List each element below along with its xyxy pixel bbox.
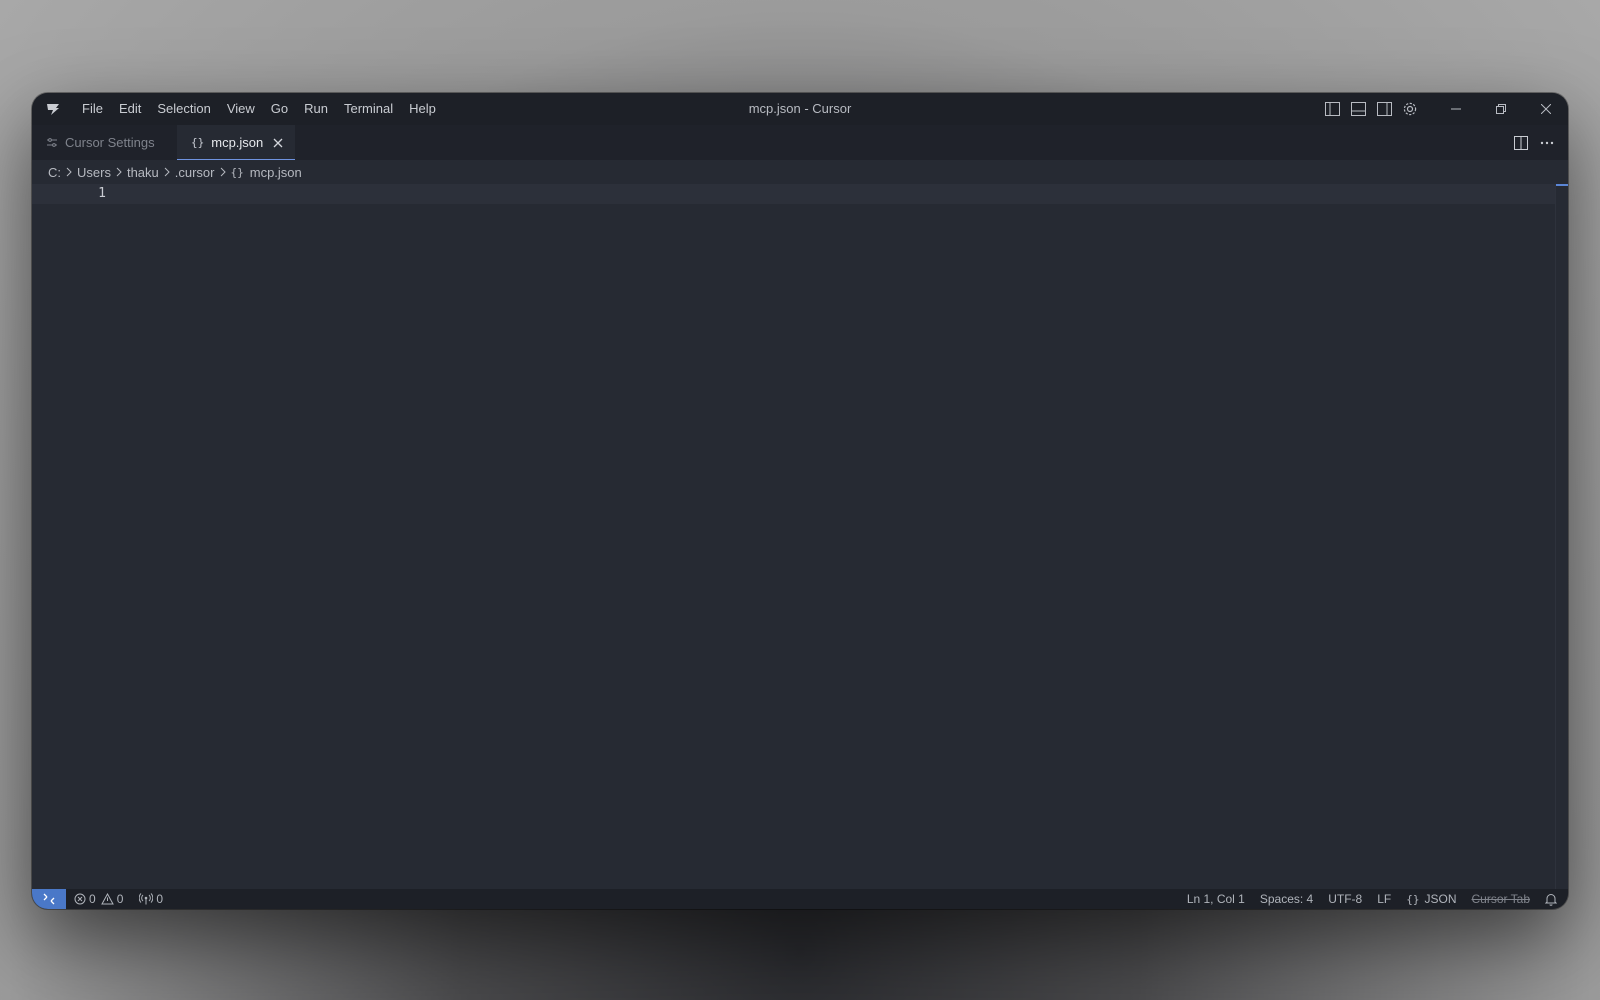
menu-run[interactable]: Run	[296, 93, 336, 125]
indentation[interactable]: Spaces: 4	[1260, 892, 1313, 906]
gear-icon	[1403, 102, 1417, 116]
panel-bottom-icon	[1350, 102, 1366, 116]
tab-mcp-json[interactable]: {} mcp.json	[177, 125, 295, 160]
chevron-right-icon	[115, 167, 123, 177]
problems-button[interactable]: 0 0	[74, 892, 123, 906]
menu-help[interactable]: Help	[401, 93, 444, 125]
ellipsis-icon	[1540, 141, 1554, 144]
split-editor-icon	[1514, 135, 1528, 150]
status-right: Ln 1, Col 1 Spaces: 4 UTF-8 LF {} JSON C…	[1172, 892, 1568, 906]
cursor-position[interactable]: Ln 1, Col 1	[1187, 892, 1245, 906]
settings-sliders-icon	[47, 137, 57, 147]
more-actions-button[interactable]	[1534, 125, 1560, 160]
sidebar-left-icon	[1324, 102, 1340, 116]
chevron-right-icon	[65, 167, 73, 177]
title-bar: File Edit Selection View Go Run Terminal…	[32, 93, 1568, 125]
close-window-button[interactable]	[1523, 93, 1568, 125]
tab-cursor-settings[interactable]: Cursor Settings	[32, 125, 177, 160]
close-tab-button[interactable]	[273, 135, 283, 151]
status-bar: 0 0 0 Ln 1, Col 1 Spaces: 4 UTF-8 LF {} …	[32, 889, 1568, 909]
menu-edit[interactable]: Edit	[111, 93, 149, 125]
bell-icon	[1545, 893, 1557, 906]
remote-indicator-button[interactable]	[32, 889, 66, 909]
line-number: 1	[98, 186, 106, 201]
ports-button[interactable]: 0	[139, 892, 163, 906]
editor-scrollbar[interactable]	[1555, 184, 1568, 889]
tab-label: Cursor Settings	[65, 135, 155, 150]
split-editor-button[interactable]	[1508, 125, 1534, 160]
settings-button[interactable]	[1397, 93, 1423, 125]
tab-actions	[1508, 125, 1560, 160]
toggle-primary-sidebar-button[interactable]	[1319, 93, 1345, 125]
menu-go[interactable]: Go	[263, 93, 296, 125]
cursor-logo-icon[interactable]	[32, 93, 74, 125]
breadcrumb-user-folder[interactable]: thaku	[127, 165, 159, 180]
json-braces-icon: {}	[191, 136, 205, 149]
title-bar-controls	[1319, 93, 1568, 125]
tab-label: mcp.json	[211, 135, 264, 150]
encoding[interactable]: UTF-8	[1328, 892, 1362, 906]
ports-count: 0	[156, 892, 164, 906]
warning-count: 0	[116, 892, 124, 906]
breadcrumb-file[interactable]: mcp.json	[250, 165, 302, 180]
menu-file[interactable]: File	[74, 93, 111, 125]
error-count: 0	[89, 892, 96, 906]
toggle-secondary-sidebar-button[interactable]	[1371, 93, 1397, 125]
chevron-right-icon	[163, 167, 171, 177]
sidebar-right-icon	[1376, 102, 1392, 116]
menu-bar: File Edit Selection View Go Run Terminal…	[74, 93, 444, 125]
menu-view[interactable]: View	[219, 93, 263, 125]
status-left: 0 0 0	[74, 892, 173, 906]
chevron-right-icon	[219, 167, 227, 177]
notifications-button[interactable]	[1545, 893, 1560, 906]
error-icon	[74, 893, 86, 905]
broadcast-icon	[139, 893, 154, 905]
menu-selection[interactable]: Selection	[149, 93, 218, 125]
minimize-icon	[1450, 108, 1461, 110]
language-label: JSON	[1424, 892, 1457, 906]
breadcrumb: C: Users thaku .cursor {} mcp.json	[48, 160, 302, 184]
warning-icon	[100, 893, 114, 905]
restore-icon	[1495, 104, 1506, 114]
current-line-highlight	[32, 184, 1556, 204]
close-icon	[1540, 104, 1551, 114]
restore-button[interactable]	[1478, 93, 1523, 125]
remote-icon	[43, 893, 55, 905]
cursor-position-marker	[1556, 184, 1568, 186]
menu-terminal[interactable]: Terminal	[336, 93, 401, 125]
cursor-window: File Edit Selection View Go Run Terminal…	[32, 93, 1568, 909]
close-icon	[273, 138, 283, 147]
code-editor[interactable]: 1	[32, 184, 1568, 889]
breadcrumb-users[interactable]: Users	[77, 165, 111, 180]
editor-tab-bar: Cursor Settings {} mcp.json	[32, 125, 1568, 160]
breadcrumb-drive[interactable]: C:	[48, 165, 61, 180]
end-of-line[interactable]: LF	[1377, 892, 1391, 906]
cursor-tab-status[interactable]: Cursor Tab	[1472, 892, 1530, 906]
toggle-panel-button[interactable]	[1345, 93, 1371, 125]
json-braces-icon: {}	[1406, 892, 1420, 906]
json-braces-icon: {}	[230, 165, 244, 179]
breadcrumb-cursor-folder[interactable]: .cursor	[175, 165, 215, 180]
language-mode[interactable]: {} JSON	[1406, 892, 1456, 906]
minimize-button[interactable]	[1433, 93, 1478, 125]
